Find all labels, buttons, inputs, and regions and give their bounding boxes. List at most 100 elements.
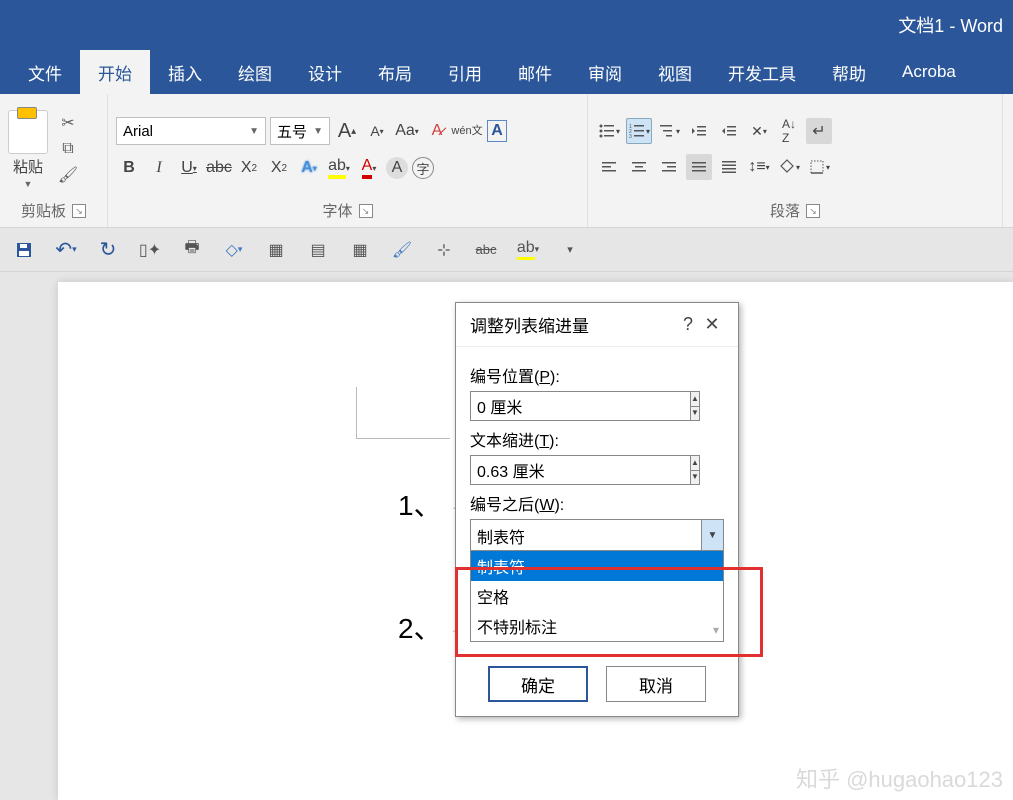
align-right-button[interactable]: [656, 154, 682, 180]
numbering-button[interactable]: 123▾: [626, 118, 652, 144]
strikethrough-button[interactable]: abc: [206, 155, 232, 181]
font-launcher[interactable]: ↘: [359, 204, 373, 218]
qat-new-icon[interactable]: ▯✦: [138, 238, 162, 262]
qat-shape-icon[interactable]: ◇▾: [222, 238, 246, 262]
highlight-button[interactable]: ab▾: [326, 155, 352, 181]
grow-font-icon[interactable]: A▴: [334, 118, 360, 144]
subscript-button[interactable]: X2: [236, 155, 262, 181]
spin-up-icon[interactable]: ▲: [691, 456, 699, 471]
qat-misc1-icon[interactable]: ⊹: [432, 238, 456, 262]
spin-down-icon[interactable]: ▼: [691, 471, 699, 485]
char-shading-icon[interactable]: A: [386, 157, 408, 179]
after-number-value: 制表符: [471, 520, 701, 550]
text-effects-icon[interactable]: A▾: [296, 155, 322, 181]
option-tab[interactable]: 制表符: [471, 551, 723, 581]
justify-button[interactable]: [686, 154, 712, 180]
number-position-field[interactable]: [470, 391, 691, 421]
tab-design[interactable]: 设计: [290, 50, 360, 94]
font-color-button[interactable]: A▾: [356, 155, 382, 181]
titlebar: 文档1 - Word: [0, 0, 1013, 50]
shading-button[interactable]: ▾: [776, 154, 802, 180]
ok-button[interactable]: 确定: [488, 666, 588, 702]
font-size-combo[interactable]: 五号▼: [270, 117, 330, 145]
enclose-char-icon[interactable]: 字: [412, 157, 434, 179]
help-icon[interactable]: ?: [676, 314, 700, 335]
clear-format-icon[interactable]: A̷: [424, 118, 450, 144]
tab-help[interactable]: 帮助: [814, 50, 884, 94]
ribbon-tabs: 文件 开始 插入 绘图 设计 布局 引用 邮件 审阅 视图 开发工具 帮助 Ac…: [0, 50, 1013, 94]
number-position-input[interactable]: ▲▼: [470, 391, 628, 421]
align-center-button[interactable]: [626, 154, 652, 180]
option-nothing[interactable]: 不特别标注: [471, 611, 723, 641]
svg-text:3: 3: [629, 134, 632, 140]
italic-button[interactable]: I: [146, 155, 172, 181]
bullets-button[interactable]: ▾: [596, 118, 622, 144]
borders-button[interactable]: ▾: [806, 154, 832, 180]
qat-table2-icon[interactable]: ▤: [306, 238, 330, 262]
multilevel-button[interactable]: ▾: [656, 118, 682, 144]
tab-review[interactable]: 审阅: [570, 50, 640, 94]
group-paragraph: ▾ 123▾ ▾ ✕▾ A↓Z ↵ ↕≡▾ ▾ ▾: [588, 94, 1003, 227]
qat-highlight-icon[interactable]: ab▾: [516, 238, 540, 262]
bold-button[interactable]: B: [116, 155, 142, 181]
show-marks-button[interactable]: ↵: [806, 118, 832, 144]
tab-mailings[interactable]: 邮件: [500, 50, 570, 94]
char-border-icon[interactable]: A: [484, 118, 510, 144]
tab-developer[interactable]: 开发工具: [710, 50, 814, 94]
tab-references[interactable]: 引用: [430, 50, 500, 94]
after-number-label: 编号之后(W):: [470, 491, 724, 515]
after-number-combo[interactable]: 制表符 ▼: [470, 519, 724, 551]
spin-up-icon[interactable]: ▲: [691, 392, 699, 407]
font-name-combo[interactable]: Arial▼: [116, 117, 266, 145]
qat-more-icon[interactable]: ▾: [558, 238, 582, 262]
tab-layout[interactable]: 布局: [360, 50, 430, 94]
undo-button[interactable]: ↶▾: [54, 238, 78, 262]
paste-icon: [8, 110, 48, 154]
sort-button[interactable]: A↓Z: [776, 118, 802, 144]
clipboard-launcher[interactable]: ↘: [72, 204, 86, 218]
close-icon[interactable]: ✕: [700, 314, 724, 335]
font-name-value: Arial: [123, 123, 153, 140]
qat-table1-icon[interactable]: ▦: [264, 238, 288, 262]
asian-layout-icon[interactable]: ✕▾: [746, 118, 772, 144]
option-space[interactable]: 空格: [471, 581, 723, 611]
cut-icon[interactable]: ✂: [58, 113, 78, 133]
align-left-button[interactable]: [596, 154, 622, 180]
dialog-adjust-list-indents: 调整列表缩进量 ? ✕ 编号位置(P): ▲▼ 文本缩进(T): ▲▼ 编号之后…: [455, 302, 739, 717]
save-button[interactable]: [12, 238, 36, 262]
group-label-clipboard: 剪贴板: [21, 200, 66, 221]
redo-button[interactable]: ↻: [96, 238, 120, 262]
tab-insert[interactable]: 插入: [150, 50, 220, 94]
text-indent-field[interactable]: [470, 455, 691, 485]
ribbon: 粘贴 ▼ ✂ ⧉ 🖌 剪贴板 ↘ Arial▼ 五号▼: [0, 94, 1013, 228]
qat-abc-icon[interactable]: abc: [474, 238, 498, 262]
group-label-paragraph: 段落: [770, 200, 800, 221]
decrease-indent-button[interactable]: [686, 118, 712, 144]
group-label-font: 字体: [322, 200, 352, 221]
phonetic-icon[interactable]: wén文: [454, 118, 480, 144]
paste-button[interactable]: 粘贴 ▼: [8, 110, 48, 189]
paragraph-launcher[interactable]: ↘: [806, 204, 820, 218]
tab-draw[interactable]: 绘图: [220, 50, 290, 94]
increase-indent-button[interactable]: [716, 118, 742, 144]
tab-home[interactable]: 开始: [80, 50, 150, 94]
distribute-button[interactable]: [716, 154, 742, 180]
superscript-button[interactable]: X2: [266, 155, 292, 181]
shrink-font-icon[interactable]: A▾: [364, 118, 390, 144]
qat-print-icon[interactable]: 🖶: [180, 238, 204, 262]
qat-brush-icon[interactable]: 🖌: [390, 238, 414, 262]
underline-button[interactable]: U▾: [176, 155, 202, 181]
qat-table3-icon[interactable]: ▦: [348, 238, 372, 262]
cancel-button[interactable]: 取消: [606, 666, 706, 702]
line-spacing-button[interactable]: ↕≡▾: [746, 154, 772, 180]
tab-file[interactable]: 文件: [10, 50, 80, 94]
spin-down-icon[interactable]: ▼: [691, 407, 699, 421]
paste-label: 粘贴: [13, 156, 43, 177]
copy-icon[interactable]: ⧉: [58, 139, 78, 159]
change-case-icon[interactable]: Aa▾: [394, 118, 420, 144]
format-painter-icon[interactable]: 🖌: [58, 165, 78, 185]
tab-acrobat[interactable]: Acroba: [884, 50, 974, 94]
text-indent-input[interactable]: ▲▼: [470, 455, 628, 485]
chevron-down-icon[interactable]: ▼: [701, 520, 723, 550]
tab-view[interactable]: 视图: [640, 50, 710, 94]
